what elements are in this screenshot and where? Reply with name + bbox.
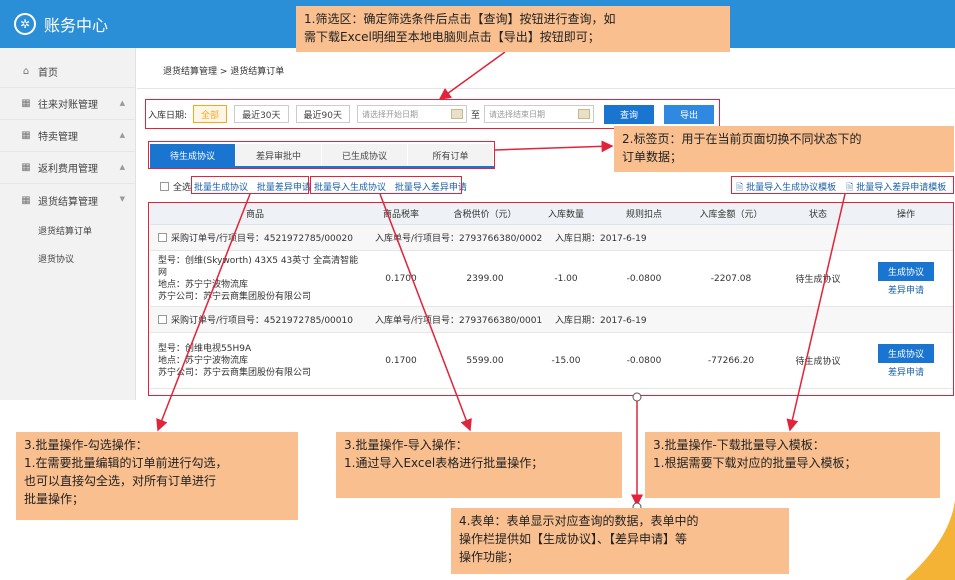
arrow-filter	[438, 51, 506, 100]
callout-line: 操作栏提供如【生成协议】、【差异申请】等	[459, 532, 688, 546]
callout-line: 3.批量操作-勾选操作：	[24, 438, 148, 452]
callout-line: 3.批量操作-导入操作：	[344, 438, 468, 452]
arrow-templates	[786, 193, 846, 432]
callout-line: 1.筛选区：确定筛选条件后点击【查询】按钮进行查询，如	[304, 12, 616, 26]
corner-decoration	[905, 500, 955, 580]
callout-batch-import: 3.批量操作-导入操作： 1.通过导入Excel表格进行批量操作；	[336, 432, 622, 498]
callout-line: 2.标签页：用于在当前页面切换不同状态下的	[622, 132, 862, 146]
callout-line: 需下载Excel明细至本地电脑则点击【导出】按钮即可；	[304, 30, 600, 44]
callout-tabs: 2.标签页：用于在当前页面切换不同状态下的 订单数据；	[614, 126, 954, 172]
callout-line: 批量操作；	[24, 492, 85, 506]
arrow-batch-check	[156, 193, 251, 432]
callout-templates: 3.批量操作-下载批量导入模板： 1.根据需要下载对应的批量导入模板；	[645, 432, 940, 498]
arrow-tabs	[494, 140, 614, 153]
callout-line: 1.根据需要下载对应的批量导入模板；	[653, 456, 857, 470]
callout-line: 操作功能；	[459, 550, 520, 564]
callout-line: 3.批量操作-下载批量导入模板：	[653, 438, 825, 452]
callout-batch-check: 3.批量操作-勾选操作： 1.在需要批量编辑的订单前进行勾选， 也可以直接勾全选…	[16, 432, 298, 520]
callout-line: 1.通过导入Excel表格进行批量操作；	[344, 456, 544, 470]
callout-line: 订单数据；	[622, 150, 683, 164]
arrow-batch-import	[379, 193, 472, 432]
callout-line: 也可以直接勾全选，对所有订单进行	[24, 474, 217, 488]
callout-table: 4.表单：表单显示对应查询的数据，表单中的 操作栏提供如【生成协议】、【差异申请…	[451, 508, 789, 574]
connector-handle	[632, 392, 642, 402]
callout-line: 4.表单：表单显示对应查询的数据，表单中的	[459, 514, 699, 528]
callout-line: 1.在需要批量编辑的订单前进行勾选，	[24, 456, 228, 470]
callout-filter: 1.筛选区：确定筛选条件后点击【查询】按钮进行查询，如 需下载Excel明细至本…	[296, 6, 730, 52]
